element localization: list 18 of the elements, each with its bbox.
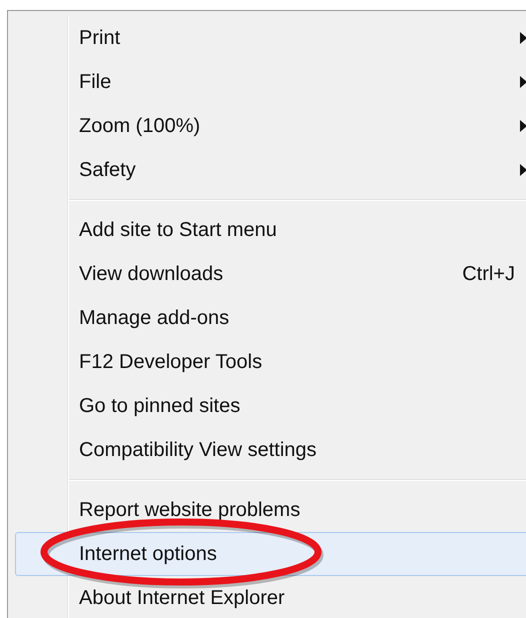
- menu-item[interactable]: Go to pinned sites: [15, 384, 526, 428]
- shortcut-label: Ctrl+J: [462, 262, 515, 287]
- menu-item[interactable]: Compatibility View settings: [15, 428, 526, 472]
- menu-item[interactable]: Internet options: [15, 532, 526, 576]
- menu-item[interactable]: View downloads Ctrl+J: [15, 252, 526, 296]
- submenu-arrow-icon: [520, 32, 526, 44]
- submenu-arrow-icon: [520, 164, 526, 176]
- menu-item[interactable]: Print: [15, 16, 526, 60]
- submenu-arrow-icon: [520, 120, 526, 132]
- menu-item[interactable]: File: [15, 60, 526, 104]
- menu-item[interactable]: F12 Developer Tools: [15, 340, 526, 384]
- submenu-arrow-icon: [520, 76, 526, 88]
- menu-item[interactable]: Safety: [15, 148, 526, 192]
- menu-item[interactable]: Add site to Start menu: [15, 208, 526, 252]
- menu-item[interactable]: About Internet Explorer: [15, 576, 526, 618]
- menu-item[interactable]: Manage add-ons: [15, 296, 526, 340]
- menu-item[interactable]: Report website problems: [15, 488, 526, 532]
- menu-item[interactable]: Zoom (100%): [15, 104, 526, 148]
